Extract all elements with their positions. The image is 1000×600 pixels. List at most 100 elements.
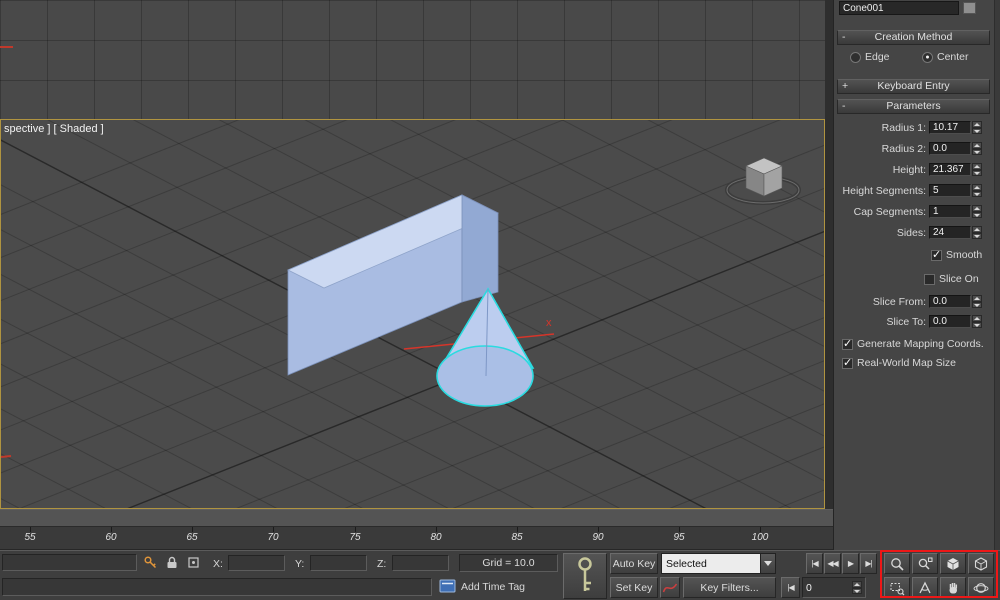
play-button[interactable]: ▶ bbox=[842, 553, 859, 574]
prompt-line bbox=[2, 578, 432, 596]
time-slider-track[interactable] bbox=[0, 509, 833, 527]
current-frame-value: 0 bbox=[806, 581, 812, 594]
slice-on-checkbox[interactable]: Slice On bbox=[924, 273, 979, 285]
x-axis-tick bbox=[0, 46, 13, 48]
field-of-view-button[interactable] bbox=[912, 577, 938, 598]
radius2-input[interactable]: 0.0 bbox=[929, 142, 971, 155]
height-input[interactable]: 21.367 bbox=[929, 163, 971, 176]
radio-center[interactable]: ● Center bbox=[922, 51, 969, 63]
zoom-icon bbox=[891, 557, 904, 571]
mini-listener-input[interactable] bbox=[2, 554, 137, 571]
zoom-all-button[interactable] bbox=[912, 553, 938, 574]
zoom-extents-all-button[interactable] bbox=[968, 553, 994, 574]
pan-button[interactable] bbox=[940, 577, 966, 598]
spinner[interactable] bbox=[972, 121, 982, 134]
generate-mapping-checkbox[interactable]: ✓ Generate Mapping Coords. bbox=[842, 338, 984, 350]
param-row-slice-from: Slice From: 0.0 bbox=[837, 294, 990, 309]
status-bar: X: Y: Z: Grid = 10.0 Auto Key Selected |… bbox=[0, 550, 1000, 600]
radius1-input[interactable]: 10.17 bbox=[929, 121, 971, 134]
spinner[interactable] bbox=[972, 226, 982, 239]
radio-icon: ● bbox=[922, 51, 933, 63]
rollout-state-icon: + bbox=[842, 80, 849, 92]
slice-from-input[interactable]: 0.0 bbox=[929, 295, 971, 308]
param-row-radius2: Radius 2: 0.0 bbox=[837, 141, 990, 156]
param-label: Radius 2: bbox=[881, 142, 926, 155]
zoom-all-icon bbox=[918, 557, 933, 570]
coord-x-input[interactable] bbox=[228, 555, 285, 571]
key-icon[interactable] bbox=[143, 555, 158, 570]
spinner[interactable] bbox=[972, 184, 982, 197]
zoom-button[interactable] bbox=[884, 553, 910, 574]
rollout-parameters[interactable]: - Parameters bbox=[837, 99, 990, 114]
param-row-height-segments: Height Segments: 5 bbox=[837, 183, 990, 198]
spinner[interactable] bbox=[972, 142, 982, 155]
cone-base[interactable] bbox=[436, 345, 534, 407]
curve-icon bbox=[662, 583, 678, 592]
go-to-start-button[interactable]: |◀ bbox=[806, 553, 823, 574]
spinner[interactable] bbox=[972, 315, 982, 328]
sides-input[interactable]: 24 bbox=[929, 226, 971, 239]
time-tag-icon[interactable] bbox=[439, 578, 456, 594]
zoom-region-button[interactable] bbox=[884, 577, 910, 598]
viewport-label[interactable]: spective ] [ Shaded ] bbox=[4, 123, 104, 135]
previous-frame-button[interactable]: ◀◀ bbox=[824, 553, 841, 574]
key-filters-button[interactable]: Key Filters... bbox=[683, 577, 776, 598]
scene-canvas[interactable]: x bbox=[1, 120, 824, 508]
frame-spinner[interactable] bbox=[852, 581, 862, 594]
param-label: Height Segments: bbox=[842, 184, 926, 197]
param-row-sides: Sides: 24 bbox=[837, 225, 990, 240]
param-row-slice-to: Slice To: 0.0 bbox=[837, 314, 990, 329]
param-row-radius1: Radius 1: 10.17 bbox=[837, 120, 990, 135]
selection-set-dropdown[interactable]: Selected bbox=[661, 553, 776, 574]
height-segments-input[interactable]: 5 bbox=[929, 184, 971, 197]
coord-z-input[interactable] bbox=[392, 555, 449, 571]
previous-key-button[interactable]: |◀ bbox=[781, 577, 800, 598]
command-panel: - Creation Method Edge ● Center + Keyboa… bbox=[833, 0, 1000, 550]
spinner[interactable] bbox=[972, 163, 982, 176]
orbit-icon bbox=[973, 582, 989, 593]
set-keys-button[interactable] bbox=[563, 553, 607, 599]
viewcube[interactable] bbox=[725, 157, 801, 205]
real-world-map-checkbox[interactable]: ✓ Real-World Map Size bbox=[842, 357, 956, 369]
rollout-keyboard-entry[interactable]: + Keyboard Entry bbox=[837, 79, 990, 94]
selection-set-value: Selected bbox=[666, 557, 707, 570]
viewport-perspective[interactable]: spective ] [ Shaded ] x bbox=[0, 119, 825, 509]
zoom-extents-button[interactable] bbox=[940, 553, 966, 574]
param-label: Sides: bbox=[896, 226, 926, 239]
zoom-extents-all-icon bbox=[974, 556, 988, 571]
smooth-checkbox[interactable]: ✓ Smooth bbox=[931, 249, 982, 261]
radio-edge[interactable]: Edge bbox=[850, 51, 890, 63]
cap-segments-input[interactable]: 1 bbox=[929, 205, 971, 218]
checkbox-icon: ✓ bbox=[842, 337, 853, 350]
slice-to-input[interactable]: 0.0 bbox=[929, 315, 971, 328]
coord-x-label: X: bbox=[213, 558, 223, 570]
orbit-button[interactable] bbox=[968, 577, 994, 598]
panel-scrollbar[interactable] bbox=[994, 0, 1000, 550]
param-row-height: Height: 21.367 bbox=[837, 162, 990, 177]
big-key-icon bbox=[578, 557, 592, 591]
add-time-tag-label[interactable]: Add Time Tag bbox=[461, 581, 525, 593]
viewport-top[interactable] bbox=[0, 0, 825, 119]
object-color-swatch[interactable] bbox=[963, 2, 976, 14]
viewport-panel-splitter[interactable] bbox=[825, 0, 833, 509]
timeline-ruler[interactable]: 55 60 65 70 75 80 85 90 95 100 bbox=[0, 527, 833, 550]
coord-y-input[interactable] bbox=[310, 555, 367, 571]
spinner[interactable] bbox=[972, 205, 982, 218]
rollout-state-icon: - bbox=[842, 31, 846, 43]
current-frame-field[interactable]: 0 bbox=[802, 577, 866, 598]
selection-lock-icon[interactable] bbox=[164, 555, 179, 570]
grid-setting-display: Grid = 10.0 bbox=[459, 554, 558, 572]
new-key-filter-button[interactable] bbox=[660, 577, 680, 598]
checkbox-icon bbox=[924, 273, 935, 285]
auto-key-button[interactable]: Auto Key bbox=[610, 553, 658, 574]
zoom-region-icon bbox=[890, 582, 905, 595]
box-right-face[interactable] bbox=[461, 194, 499, 303]
object-name-input[interactable] bbox=[839, 1, 959, 15]
rollout-creation-method[interactable]: - Creation Method bbox=[837, 30, 990, 45]
absolute-mode-icon[interactable] bbox=[186, 555, 201, 570]
next-frame-button[interactable]: ▶| bbox=[860, 553, 877, 574]
param-label: Radius 1: bbox=[881, 121, 926, 134]
set-key-button[interactable]: Set Key bbox=[610, 577, 658, 598]
checkbox-icon: ✓ bbox=[931, 248, 942, 261]
spinner[interactable] bbox=[972, 295, 982, 308]
